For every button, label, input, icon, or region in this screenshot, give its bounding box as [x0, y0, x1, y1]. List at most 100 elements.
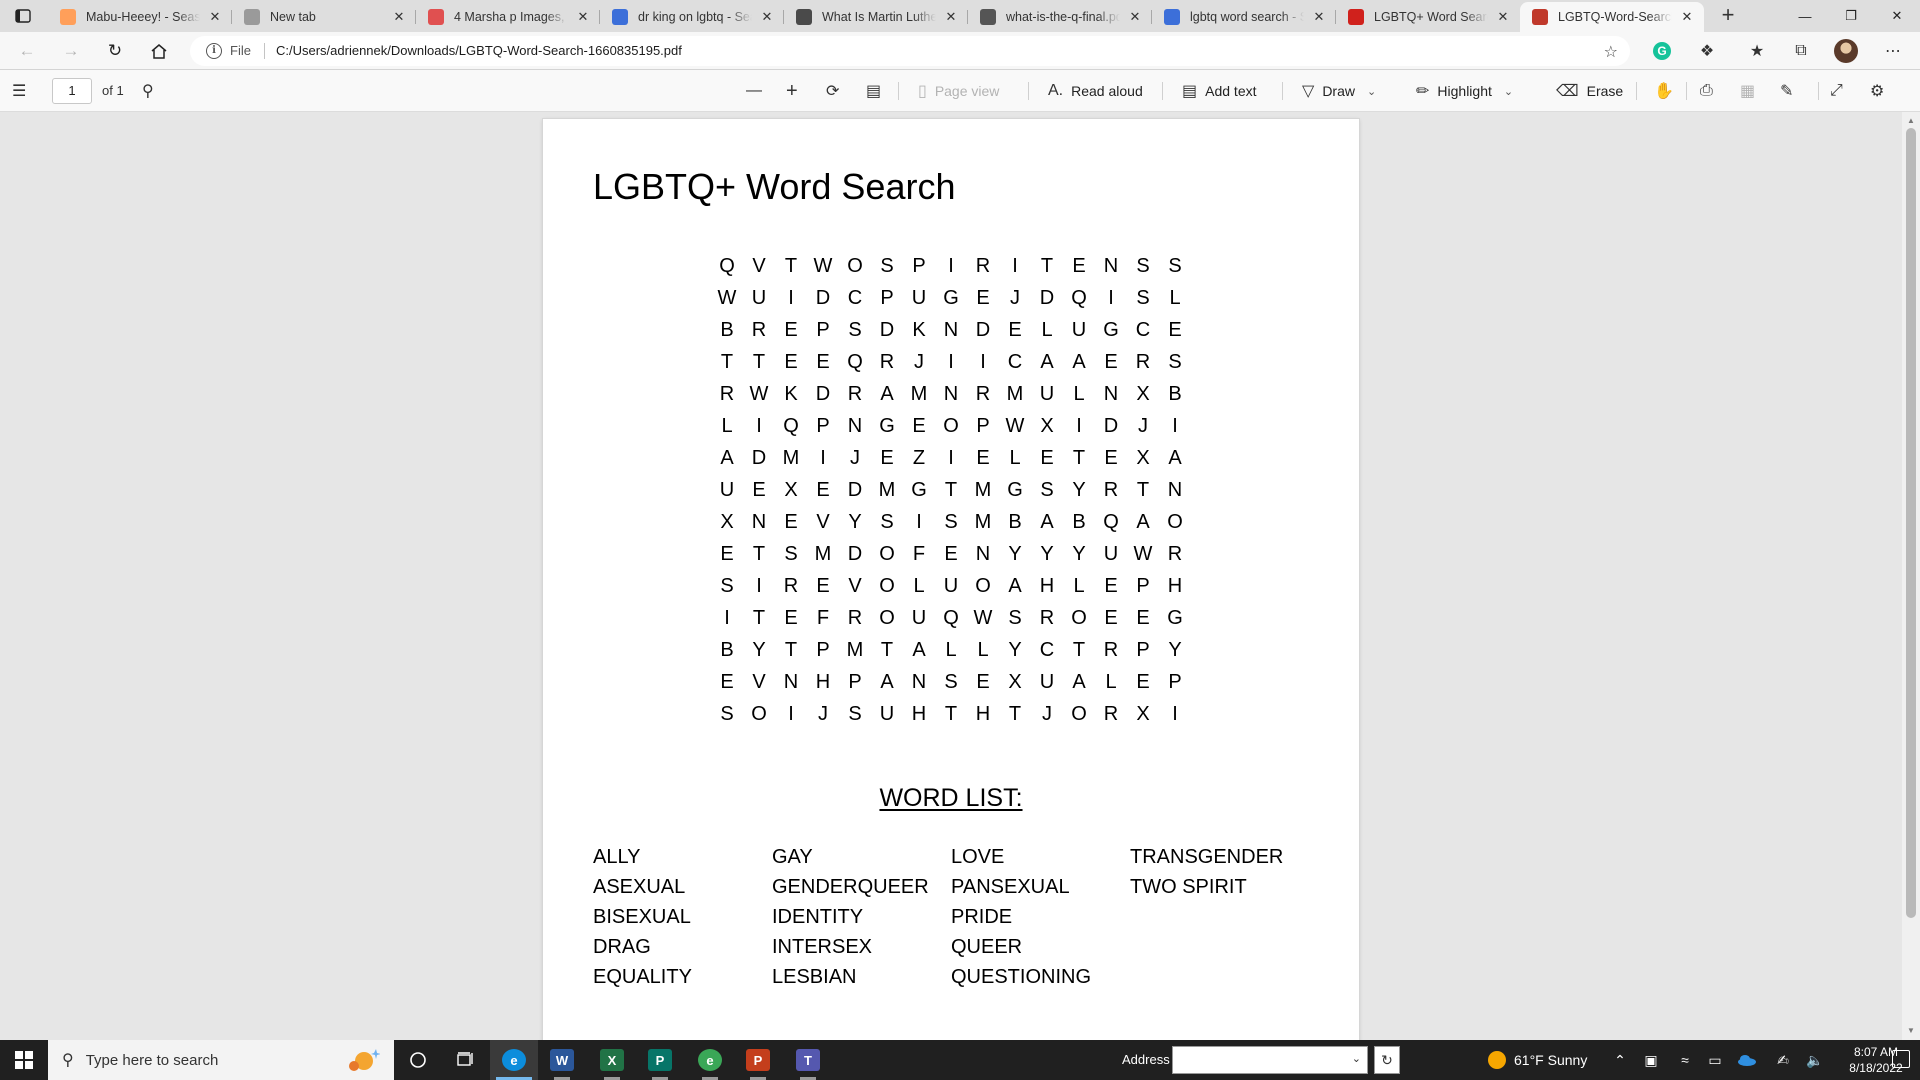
touch-hand-icon: ✋ [1654, 83, 1674, 100]
pdf-settings-button[interactable]: ⚙ [1870, 70, 1892, 112]
close-tab-icon[interactable]: ✕ [206, 9, 224, 25]
task-view-button[interactable] [442, 1040, 490, 1080]
network-wifi-icon[interactable]: ≈ [1674, 1040, 1696, 1080]
erase-button[interactable]: ⌫ Erase [1556, 70, 1623, 112]
extensions-icon[interactable]: ❖ [1696, 40, 1718, 62]
home-button[interactable] [148, 40, 170, 62]
browser-tab[interactable]: dr king on lgbtq - Sea ✕ [600, 2, 784, 32]
weather-widget[interactable]: 61°F Sunny [1488, 1040, 1587, 1080]
battery-icon[interactable]: ▭ [1704, 1040, 1726, 1080]
pdf-viewport[interactable]: LGBTQ+ Word Search QVTWOSPIRITENSSWUIDCP… [0, 112, 1902, 1040]
grid-letter: C [1007, 351, 1023, 373]
fullscreen-button[interactable]: ⤢ [1830, 70, 1851, 112]
close-tab-icon[interactable]: ✕ [1126, 9, 1144, 25]
taskbar-app-button[interactable]: P [636, 1040, 684, 1080]
close-tab-icon[interactable]: ✕ [390, 9, 408, 25]
scroll-up-arrow-icon[interactable]: ▲ [1902, 114, 1920, 128]
highlight-button[interactable]: ✏ Highlight ⌄ [1416, 70, 1513, 112]
cortana-button[interactable] [394, 1040, 442, 1080]
page-view-label: Page view [934, 83, 1000, 99]
settings-more-icon[interactable]: ⋯ [1882, 40, 1904, 62]
close-tab-icon[interactable]: ✕ [1310, 9, 1328, 25]
grid-letter: Y [1168, 639, 1182, 661]
grid-letter: C [1135, 319, 1151, 341]
site-info-icon[interactable]: i [206, 43, 222, 59]
start-button[interactable] [0, 1040, 48, 1080]
browser-tab[interactable]: What Is Martin Luther ✕ [784, 2, 968, 32]
close-tab-icon[interactable]: ✕ [1678, 9, 1696, 25]
close-tab-icon[interactable]: ✕ [758, 9, 776, 25]
profile-avatar[interactable] [1834, 39, 1858, 63]
taskbar-address-input[interactable]: ⌄ [1172, 1046, 1368, 1074]
grid-letter: I [756, 415, 762, 437]
scrollbar-thumb[interactable] [1906, 128, 1916, 918]
browser-tab[interactable]: 4 Marsha p Images, St ✕ [416, 2, 600, 32]
url-text[interactable]: C:/Users/adriennek/Downloads/LGBTQ-Word-… [276, 43, 682, 58]
draw-button[interactable]: ▽ Draw ⌄ [1302, 70, 1376, 112]
chevron-down-icon[interactable]: ⌄ [1352, 1052, 1361, 1065]
close-window-button[interactable]: ✕ [1874, 0, 1920, 32]
browser-tab[interactable]: Mabu-Heeey! - Season ✕ [48, 2, 232, 32]
taskbar-app-button[interactable]: W [538, 1040, 586, 1080]
taskbar-search-box[interactable]: ⚲ Type here to search [48, 1040, 394, 1080]
favorites-icon[interactable]: ★ [1746, 40, 1768, 62]
find-button[interactable]: ⚲ [142, 70, 162, 112]
chevron-down-icon[interactable]: ⌄ [1504, 85, 1513, 98]
read-aloud-button[interactable]: A. Read aloud [1048, 70, 1143, 112]
grid-letter: D [751, 447, 767, 469]
volume-speaker-icon[interactable]: 🔈 [1804, 1040, 1826, 1080]
collections-icon[interactable]: ⧉ [1790, 40, 1812, 62]
taskbar-app-button[interactable]: e [686, 1040, 734, 1080]
url-box[interactable]: i File C:/Users/adriennek/Downloads/LGBT… [190, 36, 1630, 66]
fit-page-button[interactable]: ▤ [866, 70, 889, 112]
scroll-down-arrow-icon[interactable]: ▼ [1902, 1024, 1920, 1038]
grid-letter: E [784, 511, 798, 533]
chevron-down-icon[interactable]: ⌄ [1367, 85, 1376, 98]
browser-tab[interactable]: what-is-the-q-final.pd ✕ [968, 2, 1152, 32]
zoom-in-button[interactable]: + [786, 70, 806, 112]
add-text-button[interactable]: ▤ Add text [1182, 70, 1257, 112]
show-hidden-icons-button[interactable]: ⌃ [1610, 1040, 1630, 1080]
taskbar-app-button[interactable]: T [784, 1040, 832, 1080]
page-view-button[interactable]: ▯ Page view [918, 70, 999, 112]
browser-tab[interactable]: LGBTQ+ Word Search ✕ [1336, 2, 1520, 32]
touch-draw-button[interactable]: ✋ [1654, 70, 1682, 112]
save-button[interactable]: ▦ [1740, 70, 1763, 112]
tab-actions-button[interactable] [14, 8, 32, 24]
close-tab-icon[interactable]: ✕ [1494, 9, 1512, 25]
taskbar-app-button[interactable]: P [734, 1040, 782, 1080]
meet-now-icon[interactable]: ▣ [1640, 1040, 1662, 1080]
vertical-scrollbar[interactable]: ▲ ▼ [1902, 112, 1920, 1040]
taskbar-app-button[interactable]: X [588, 1040, 636, 1080]
close-tab-icon[interactable]: ✕ [574, 9, 592, 25]
new-tab-button[interactable]: + [1715, 4, 1741, 28]
rotate-button[interactable]: ⟳ [826, 70, 847, 112]
forward-button[interactable]: → [60, 40, 82, 62]
save-as-button[interactable]: ✎ [1780, 70, 1801, 112]
minimize-button[interactable]: — [1782, 0, 1828, 32]
page-view-icon: ▯ [918, 83, 927, 100]
refresh-button[interactable]: ↻ [104, 40, 126, 62]
close-tab-icon[interactable]: ✕ [942, 9, 960, 25]
grid-letter: R [847, 607, 863, 629]
browser-tab[interactable]: LGBTQ-Word-Search-1 ✕ [1520, 2, 1704, 32]
restore-button[interactable]: ❐ [1828, 0, 1874, 32]
print-button[interactable]: ⎙ [1700, 70, 1721, 112]
grid-letter: H [975, 703, 991, 725]
pen-workspace-icon[interactable]: ✍ [1772, 1040, 1794, 1080]
page-number-input[interactable]: 1 [52, 78, 92, 104]
zoom-out-button[interactable]: — [746, 70, 770, 112]
onedrive-cloud-icon[interactable] [1736, 1040, 1758, 1080]
notification-center-icon[interactable] [1892, 1050, 1910, 1068]
browser-tab[interactable]: New tab ✕ [232, 2, 416, 32]
taskbar-address-go-button[interactable]: ↻ [1374, 1046, 1400, 1074]
toolbar-divider [1162, 82, 1163, 100]
back-button[interactable]: ← [16, 40, 38, 62]
add-favorite-icon[interactable]: ☆ [1604, 42, 1618, 62]
grid-letter: V [752, 671, 766, 693]
taskbar-app-button[interactable]: e [490, 1040, 538, 1080]
browser-tab[interactable]: lgbtq word search - Se ✕ [1152, 2, 1336, 32]
grid-letter: S [784, 543, 798, 565]
grammarly-extension-icon[interactable]: G [1653, 42, 1671, 60]
contents-button[interactable]: ☰ [12, 70, 34, 112]
